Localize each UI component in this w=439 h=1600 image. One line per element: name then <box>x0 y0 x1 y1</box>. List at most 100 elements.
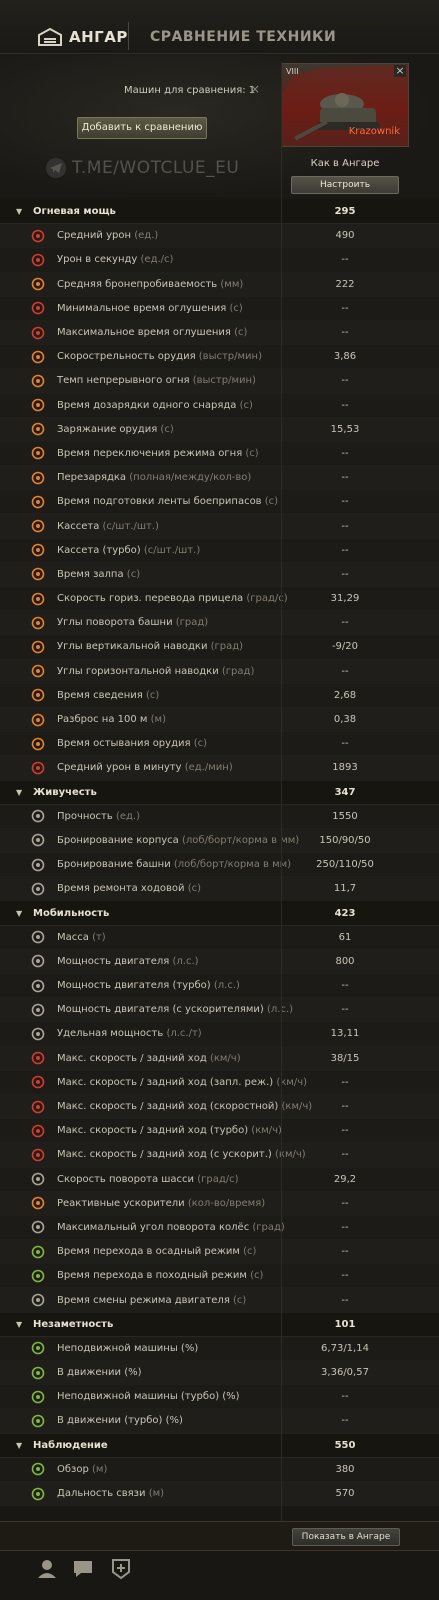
stat-row: Макс. скорость / задний ход (турбо) (км/… <box>0 1119 439 1144</box>
stat-value: -- <box>341 665 349 677</box>
stat-label-text: Дальность связи <box>57 1488 146 1500</box>
travel-mode-icon <box>31 1269 45 1283</box>
clan-icon[interactable] <box>110 1558 132 1580</box>
stat-value: 38/15 <box>330 1052 360 1064</box>
stat-row: Реактивные ускорители (кол-во/время) -- <box>0 1191 439 1216</box>
stat-unit: (км/ч) <box>209 1052 241 1064</box>
section-header[interactable]: ▼ Наблюдение 550 <box>0 1433 439 1458</box>
elevation-icon <box>31 640 45 654</box>
stat-label: Макс. скорость / задний ход (км/ч) <box>57 1053 241 1064</box>
chevron-down-icon[interactable]: ▼ <box>16 207 22 216</box>
tank-tier: VIII <box>286 67 299 76</box>
section-name: Живучесть <box>33 786 97 798</box>
stat-label: Углы горизонтальной наводки (град) <box>57 666 254 677</box>
stat-unit: (град) <box>252 1221 285 1233</box>
remove-tank-icon[interactable]: × <box>394 65 406 77</box>
engine-icon <box>31 955 45 968</box>
stat-unit: (л.с.) <box>172 955 199 967</box>
chevron-down-icon[interactable]: ▼ <box>16 1441 22 1450</box>
siege-mode-icon <box>31 1245 45 1258</box>
section-header[interactable]: ▼ Незаметность 101 <box>0 1312 439 1337</box>
stat-value: -- <box>341 738 349 750</box>
stat-label: Макс. скорость / задний ход (турбо) (км/… <box>57 1125 282 1136</box>
chevron-down-icon[interactable]: ▼ <box>16 788 22 797</box>
hangar-icon[interactable] <box>38 27 62 47</box>
stat-label: Максимальный угол поворота колёс (град) <box>57 1222 285 1233</box>
section-value: 423 <box>334 907 356 919</box>
stat-label: Углы поворота башни (град) <box>57 617 208 628</box>
stat-unit: (с) <box>245 447 259 459</box>
section-name: Незаметность <box>33 1318 114 1330</box>
stat-value: -- <box>341 520 349 532</box>
stat-unit: (с) <box>233 1294 247 1306</box>
stat-label-text: Макс. скорость / задний ход (турбо) <box>57 1125 249 1137</box>
stat-row: Масса (т) 61 <box>0 925 439 950</box>
stat-value: 3,36/0,57 <box>321 1367 369 1379</box>
clear-compare-icon[interactable]: × <box>250 82 260 96</box>
show-in-hangar-button[interactable]: Показать в Ангаре <box>292 1528 400 1546</box>
stat-label-text: Время перехода в походный режим <box>57 1270 247 1282</box>
stat-unit: (полная/между/кол-во) <box>129 472 252 484</box>
stat-label-text: Мощность двигателя (с ускорителями) <box>57 1004 264 1016</box>
stat-value: 800 <box>335 955 355 967</box>
configure-button[interactable]: Настроить <box>291 176 399 194</box>
stat-label: Время переключения режима огня (с) <box>57 448 259 459</box>
section-header[interactable]: ▼ Огневая мощь 295 <box>0 200 439 225</box>
stat-label-text: Средний урон <box>57 230 132 242</box>
section-header[interactable]: ▼ Мобильность 423 <box>0 901 439 926</box>
nav-hangar[interactable]: АНГАР <box>69 28 128 46</box>
stat-value: -- <box>341 1246 349 1258</box>
stat-label: Бронирование башни (лоб/борт/корма в мм) <box>57 859 291 870</box>
stat-label: Заряжание орудия (с) <box>57 424 174 435</box>
stat-label: Время перехода в походный режим (с) <box>57 1270 263 1281</box>
shell-reload-icon <box>31 398 45 412</box>
weight-icon <box>31 930 45 944</box>
stat-value: -- <box>341 399 349 411</box>
stat-label-text: Время смены режима двигателя <box>57 1294 230 1306</box>
speed-icon <box>31 1051 45 1065</box>
stat-label-text: Время сведения <box>57 689 143 701</box>
stat-label: Разброс на 100 м (м) <box>57 714 166 725</box>
stat-label-text: Время дозарядки одного снаряда <box>57 399 237 411</box>
add-to-compare-button[interactable]: Добавить к сравнению <box>77 117 207 139</box>
stat-label: Темп непрерывного огня (выстр/мин) <box>57 375 256 386</box>
user-icon[interactable] <box>36 1558 58 1580</box>
stat-label: Время смены режима двигателя (с) <box>57 1295 246 1306</box>
section-header[interactable]: ▼ Живучесть 347 <box>0 780 439 805</box>
chevron-down-icon[interactable]: ▼ <box>16 1320 22 1329</box>
stat-value: -- <box>341 1076 349 1088</box>
stat-row: Средняя бронепробиваемость (мм) 222 <box>0 272 439 297</box>
stat-value: -- <box>341 1125 349 1137</box>
stat-label: Средний урон (ед.) <box>57 230 158 241</box>
stat-value: 380 <box>335 1463 355 1475</box>
stat-unit: (с) <box>126 568 141 580</box>
stat-label-text: Скорость гориз. перевода прицела <box>57 593 244 605</box>
stat-unit: (с) <box>243 1246 257 1258</box>
watermark-text: T.ME/WOTCLUE_EU <box>72 158 240 178</box>
chevron-down-icon[interactable]: ▼ <box>16 909 22 918</box>
repair-icon <box>31 882 45 896</box>
stat-label-text: Масса <box>57 931 89 943</box>
tank-name: Krazownik <box>348 126 400 137</box>
stat-unit: (град) <box>175 617 209 629</box>
dispersion-icon <box>31 713 45 726</box>
dps-icon <box>31 253 45 267</box>
stat-label: Время перехода в осадный режим (с) <box>57 1246 256 1257</box>
rate-of-fire-icon <box>31 350 45 364</box>
stat-label-text: Макс. скорость / задний ход (запл. реж.) <box>57 1076 274 1088</box>
nav-compare[interactable]: СРАВНЕНИЕ ТЕХНИКИ <box>150 29 336 45</box>
stat-label: Средний урон в минуту (ед./мин) <box>57 762 233 773</box>
stun-icon <box>31 302 45 315</box>
horizontal-angles-icon <box>31 664 45 678</box>
stat-row: В движении (%) 3,36/0,57 <box>0 1361 439 1386</box>
chat-icon[interactable] <box>72 1558 94 1580</box>
stat-row: Макс. скорость / задний ход (с ускорит.)… <box>0 1143 439 1168</box>
stat-unit: (м) <box>92 1463 108 1475</box>
speed-icon <box>31 1100 45 1113</box>
stat-label: Максимальное время оглушения (с) <box>57 327 247 338</box>
stat-label-text: Макс. скорость / задний ход (скоростной) <box>57 1101 279 1113</box>
stat-row: Мощность двигателя (турбо) (л.с.) -- <box>0 974 439 999</box>
section-name: Огневая мощь <box>33 206 116 218</box>
stat-label-text: Макс. скорость / задний ход (с ускорит.) <box>57 1149 272 1161</box>
engine-boost-icon <box>31 1003 45 1017</box>
